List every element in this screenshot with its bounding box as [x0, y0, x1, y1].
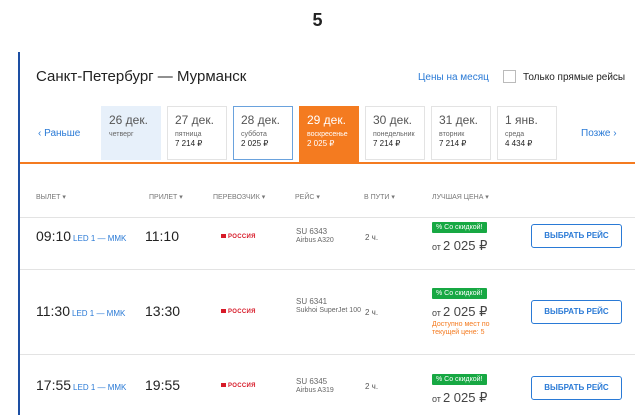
selected-date-underline	[20, 162, 635, 164]
date-label: 29 дек.	[307, 113, 346, 127]
row-divider	[20, 269, 635, 270]
weekday-label: суббота	[241, 131, 267, 138]
date-cell[interactable]: 1 янв. среда 4 434 ₽	[497, 106, 557, 160]
date-cell[interactable]: 27 дек. пятница 7 214 ₽	[167, 106, 227, 160]
select-flight-button[interactable]: ВЫБРАТЬ РЕЙС	[531, 300, 622, 324]
row-divider	[20, 354, 635, 355]
column-header-flight[interactable]: РЕЙС ▾	[295, 193, 320, 201]
aircraft-type: Sukhoi SuperJet 100	[296, 307, 361, 314]
select-flight-button[interactable]: ВЫБРАТЬ РЕЙС	[531, 224, 622, 248]
column-header-best-price[interactable]: ЛУЧШАЯ ЦЕНА ▾	[432, 193, 489, 201]
price-prefix: от	[432, 242, 441, 252]
price-value: 2 025 ₽	[442, 390, 488, 405]
date-cell[interactable]: 28 дек. суббота 2 025 ₽	[233, 106, 293, 160]
column-header-departure[interactable]: ВЫЛЕТ ▾	[36, 193, 66, 201]
date-label: 1 янв.	[505, 113, 538, 127]
departure-time: 09:10 LED 1 — MMK	[36, 228, 126, 244]
flight-duration: 2 ч.	[365, 382, 379, 391]
route-title: Санкт-Петербург — Мурманск	[36, 68, 247, 85]
departure-time: 11:30 LED 1 — MMK	[36, 303, 125, 319]
date-cell[interactable]: 31 дек. вторник 7 214 ₽	[431, 106, 491, 160]
flight-number: SU 6341	[296, 297, 328, 306]
route-code: LED 1 — MMK	[73, 383, 127, 392]
price-value: 2 025 ₽	[442, 238, 488, 253]
carrier-logo: РОССИЯ	[221, 234, 256, 240]
flight-price: от 2 025 ₽	[432, 238, 487, 254]
direct-only-checkbox[interactable]	[503, 70, 516, 83]
date-label: 26 дек.	[109, 113, 148, 127]
date-price: 2 025 ₽	[241, 139, 269, 148]
carrier-logo: РОССИЯ	[221, 383, 256, 389]
row-divider	[20, 217, 635, 218]
date-price: 7 214 ₽	[373, 139, 401, 148]
weekday-label: среда	[505, 131, 525, 138]
departure-time-value: 17:55	[36, 377, 72, 393]
flight-number: SU 6345	[296, 377, 328, 386]
flight-duration: 2 ч.	[365, 233, 379, 242]
step-number: 5	[312, 10, 323, 30]
carrier-name: РОССИЯ	[228, 309, 256, 315]
column-header-arrival[interactable]: ПРИЛЕТ ▾	[149, 193, 183, 201]
flight-info: SU 6341 Sukhoi SuperJet 100	[296, 297, 361, 315]
discount-badge: % Со скидкой!	[432, 374, 487, 385]
departure-time-value: 11:30	[36, 303, 70, 319]
arrival-time: 11:10	[145, 228, 179, 244]
later-dates-button[interactable]: Позже ›	[581, 128, 617, 139]
arrival-time: 19:55	[145, 377, 181, 393]
departure-time: 17:55 LED 1 — MMK	[36, 377, 126, 393]
date-price: 7 214 ₽	[175, 139, 203, 148]
seats-left-note: Доступно мест по текущей цене: 5	[432, 321, 490, 336]
date-cell: 26 дек. четверг	[101, 106, 161, 160]
flight-info: SU 6343 Airbus A320	[296, 227, 334, 245]
flight-duration: 2 ч.	[365, 308, 379, 317]
date-label: 28 дек.	[241, 113, 280, 127]
aircraft-type: Airbus A319	[296, 387, 334, 394]
carrier-wing-icon	[221, 234, 226, 239]
date-cell[interactable]: 30 дек. понедельник 7 214 ₽	[365, 106, 425, 160]
earlier-dates-button[interactable]: ‹ Раньше	[38, 128, 80, 139]
carrier-wing-icon	[221, 383, 226, 388]
flight-price: от 2 025 ₽	[432, 304, 487, 320]
flight-number: SU 6343	[296, 227, 328, 236]
route-code: LED 1 — MMK	[72, 309, 126, 318]
carrier-wing-icon	[221, 309, 226, 314]
route-code: LED 1 — MMK	[73, 234, 127, 243]
price-prefix: от	[432, 394, 441, 404]
date-label: 27 дек.	[175, 113, 214, 127]
date-price: 4 434 ₽	[505, 139, 533, 148]
carrier-logo: РОССИЯ	[221, 309, 256, 315]
weekday-label: пятница	[175, 131, 202, 138]
price-value: 2 025 ₽	[442, 304, 488, 319]
month-prices-link[interactable]: Цены на месяц	[418, 72, 489, 83]
arrival-time: 13:30	[145, 303, 181, 319]
weekday-label: четверг	[109, 131, 134, 138]
flight-info: SU 6345 Airbus A319	[296, 377, 334, 395]
carrier-name: РОССИЯ	[228, 383, 256, 389]
date-label: 31 дек.	[439, 113, 478, 127]
discount-badge: % Со скидкой!	[432, 288, 487, 299]
flight-price: от 2 025 ₽	[432, 390, 487, 406]
date-price: 7 214 ₽	[439, 139, 467, 148]
flight-search-panel: Санкт-Петербург — Мурманск Цены на месяц…	[18, 52, 635, 415]
weekday-label: вторник	[439, 131, 465, 138]
weekday-label: понедельник	[373, 131, 415, 138]
column-header-duration[interactable]: В ПУТИ ▾	[364, 193, 395, 201]
departure-time-value: 09:10	[36, 228, 72, 244]
select-flight-button[interactable]: ВЫБРАТЬ РЕЙС	[531, 376, 622, 400]
date-cell-selected[interactable]: 29 дек. воскресенье 2 025 ₽	[299, 106, 359, 164]
date-label: 30 дек.	[373, 113, 412, 127]
direct-only-label[interactable]: Только прямые рейсы	[523, 72, 625, 83]
discount-badge: % Со скидкой!	[432, 222, 487, 233]
weekday-label: воскресенье	[307, 131, 348, 138]
date-price: 2 025 ₽	[307, 139, 335, 148]
aircraft-type: Airbus A320	[296, 237, 334, 244]
carrier-name: РОССИЯ	[228, 234, 256, 240]
price-prefix: от	[432, 308, 441, 318]
column-header-carrier[interactable]: ПЕРЕВОЗЧИК ▾	[213, 193, 265, 201]
